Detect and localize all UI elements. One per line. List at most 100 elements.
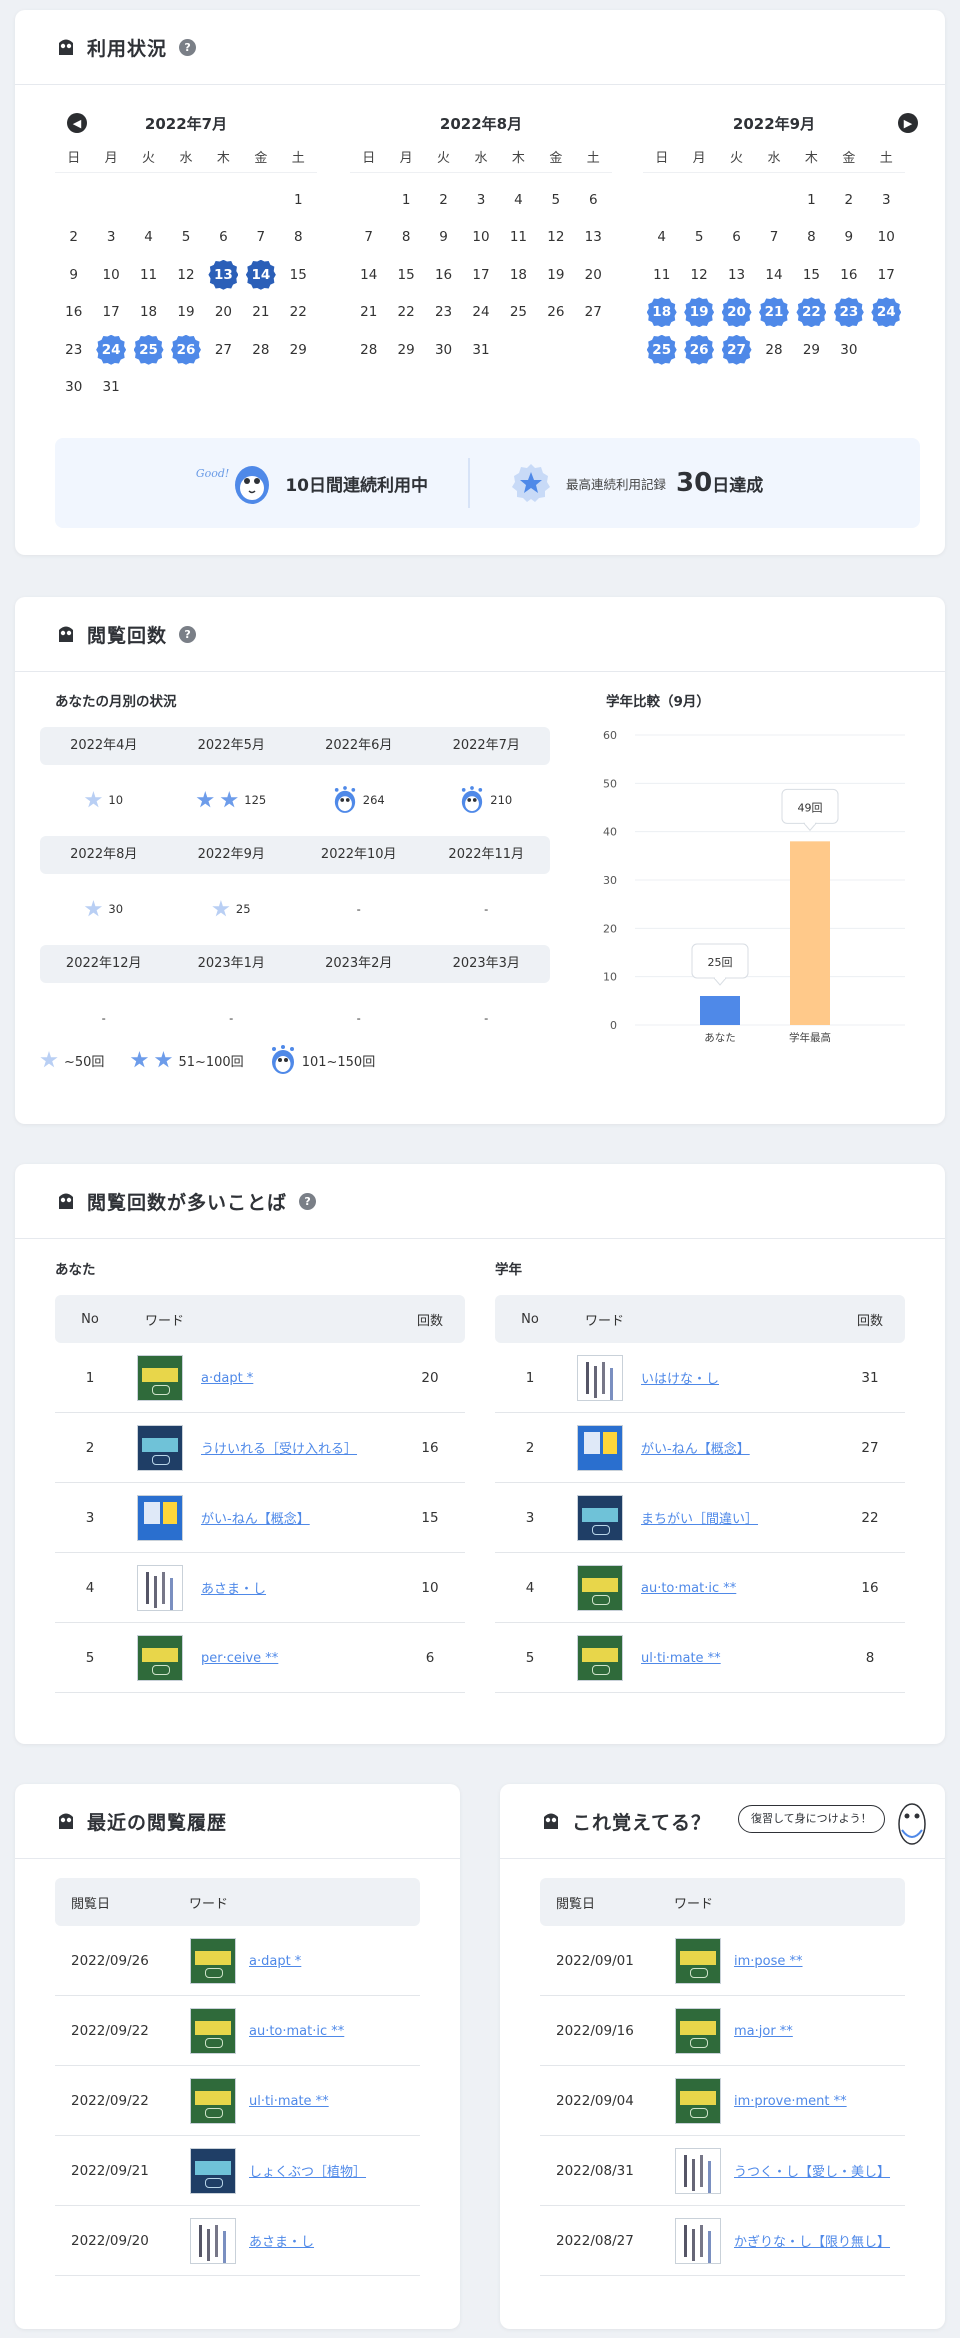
calendar-day[interactable]: 26: [680, 331, 717, 369]
word-link[interactable]: かぎりな・し【限り無し】: [734, 2235, 890, 2250]
calendar-day[interactable]: 27: [718, 331, 755, 369]
calendar-day[interactable]: 2: [830, 181, 867, 219]
calendar-day[interactable]: 16: [830, 256, 867, 294]
calendar-day[interactable]: 17: [868, 256, 905, 294]
calendar-day[interactable]: 15: [280, 256, 317, 294]
calendar-day[interactable]: 19: [167, 294, 204, 332]
calendar-day[interactable]: 18: [130, 294, 167, 332]
word-link[interactable]: しょくぶつ［植物］: [249, 2165, 366, 2180]
calendar-day[interactable]: 22: [280, 294, 317, 332]
calendar-day[interactable]: 11: [130, 256, 167, 294]
calendar-day[interactable]: 7: [242, 219, 279, 257]
word-link[interactable]: ma·jor **: [734, 2024, 793, 2039]
word-link[interactable]: ul·ti·mate **: [641, 1651, 721, 1666]
calendar-day[interactable]: 15: [793, 256, 830, 294]
calendar-day[interactable]: 20: [575, 256, 612, 294]
calendar-day[interactable]: 22: [793, 294, 830, 332]
calendar-day[interactable]: 25: [130, 331, 167, 369]
calendar-day[interactable]: 29: [280, 331, 317, 369]
calendar-day[interactable]: 1: [793, 181, 830, 219]
calendar-day[interactable]: 23: [55, 331, 92, 369]
calendar-day[interactable]: 3: [92, 219, 129, 257]
word-link[interactable]: がい-ねん【概念】: [641, 1442, 750, 1457]
word-link[interactable]: あさま・し: [201, 1582, 266, 1597]
calendar-day[interactable]: 13: [718, 256, 755, 294]
calendar-day[interactable]: 28: [755, 331, 792, 369]
word-link[interactable]: a·dapt *: [249, 1954, 301, 1969]
calendar-day[interactable]: 1: [280, 181, 317, 219]
calendar-day[interactable]: 19: [680, 294, 717, 332]
calendar-day[interactable]: 13: [575, 219, 612, 257]
calendar-day[interactable]: 14: [350, 256, 387, 294]
word-link[interactable]: ul·ti·mate **: [249, 2094, 329, 2109]
calendar-day[interactable]: 16: [425, 256, 462, 294]
calendar-day[interactable]: 5: [680, 219, 717, 257]
calendar-day[interactable]: 19: [537, 256, 574, 294]
word-link[interactable]: a·dapt *: [201, 1371, 253, 1386]
calendar-day[interactable]: 3: [868, 181, 905, 219]
calendar-day[interactable]: 8: [387, 219, 424, 257]
calendar-day[interactable]: 18: [643, 294, 680, 332]
calendar-day[interactable]: 25: [643, 331, 680, 369]
word-link[interactable]: au·to·mat·ic **: [249, 2024, 344, 2039]
calendar-day[interactable]: 5: [537, 181, 574, 219]
calendar-day[interactable]: 8: [793, 219, 830, 257]
calendar-day[interactable]: 4: [643, 219, 680, 257]
calendar-day[interactable]: 27: [575, 294, 612, 332]
calendar-day[interactable]: 4: [500, 181, 537, 219]
calendar-day[interactable]: 10: [868, 219, 905, 257]
calendar-day[interactable]: 7: [350, 219, 387, 257]
calendar-day[interactable]: 20: [718, 294, 755, 332]
calendar-day[interactable]: 3: [462, 181, 499, 219]
calendar-day[interactable]: 11: [643, 256, 680, 294]
calendar-day[interactable]: 23: [425, 294, 462, 332]
calendar-day[interactable]: 26: [537, 294, 574, 332]
calendar-day[interactable]: 14: [242, 256, 279, 294]
calendar-day[interactable]: 5: [167, 219, 204, 257]
word-link[interactable]: うけいれる［受け入れる］: [201, 1442, 357, 1457]
word-link[interactable]: au·to·mat·ic **: [641, 1581, 736, 1596]
calendar-day[interactable]: 1: [387, 181, 424, 219]
calendar-day[interactable]: 16: [55, 294, 92, 332]
calendar-day[interactable]: 29: [387, 331, 424, 369]
word-link[interactable]: がい-ねん【概念】: [201, 1512, 310, 1527]
calendar-day[interactable]: 28: [350, 331, 387, 369]
calendar-day[interactable]: 2: [55, 219, 92, 257]
word-link[interactable]: まちがい［間違い］: [641, 1512, 758, 1527]
help-icon[interactable]: ?: [299, 1192, 317, 1210]
calendar-day[interactable]: 24: [868, 294, 905, 332]
calendar-day[interactable]: 9: [830, 219, 867, 257]
calendar-day[interactable]: 2: [425, 181, 462, 219]
calendar-day[interactable]: 17: [462, 256, 499, 294]
calendar-day[interactable]: 10: [92, 256, 129, 294]
calendar-day[interactable]: 9: [55, 256, 92, 294]
calendar-day[interactable]: 24: [92, 331, 129, 369]
calendar-day[interactable]: 29: [793, 331, 830, 369]
calendar-day[interactable]: 17: [92, 294, 129, 332]
calendar-day[interactable]: 15: [387, 256, 424, 294]
calendar-day[interactable]: 31: [462, 331, 499, 369]
calendar-day[interactable]: 21: [350, 294, 387, 332]
calendar-day[interactable]: 26: [167, 331, 204, 369]
help-icon[interactable]: ?: [179, 38, 197, 56]
word-link[interactable]: うつく・し【愛し・美し】: [734, 2165, 890, 2180]
calendar-day[interactable]: 20: [205, 294, 242, 332]
calendar-day[interactable]: 10: [462, 219, 499, 257]
calendar-day[interactable]: 4: [130, 219, 167, 257]
calendar-day[interactable]: 30: [425, 331, 462, 369]
word-link[interactable]: per·ceive **: [201, 1651, 278, 1666]
calendar-day[interactable]: 31: [92, 369, 129, 407]
calendar-day[interactable]: 24: [462, 294, 499, 332]
calendar-day[interactable]: 12: [167, 256, 204, 294]
calendar-day[interactable]: 6: [575, 181, 612, 219]
calendar-day[interactable]: 30: [55, 369, 92, 407]
calendar-day[interactable]: 25: [500, 294, 537, 332]
calendar-day[interactable]: 13: [205, 256, 242, 294]
calendar-day[interactable]: 18: [500, 256, 537, 294]
calendar-day[interactable]: 30: [830, 331, 867, 369]
calendar-day[interactable]: 27: [205, 331, 242, 369]
calendar-day[interactable]: 7: [755, 219, 792, 257]
calendar-day[interactable]: 21: [242, 294, 279, 332]
calendar-day[interactable]: 23: [830, 294, 867, 332]
calendar-day[interactable]: 6: [205, 219, 242, 257]
